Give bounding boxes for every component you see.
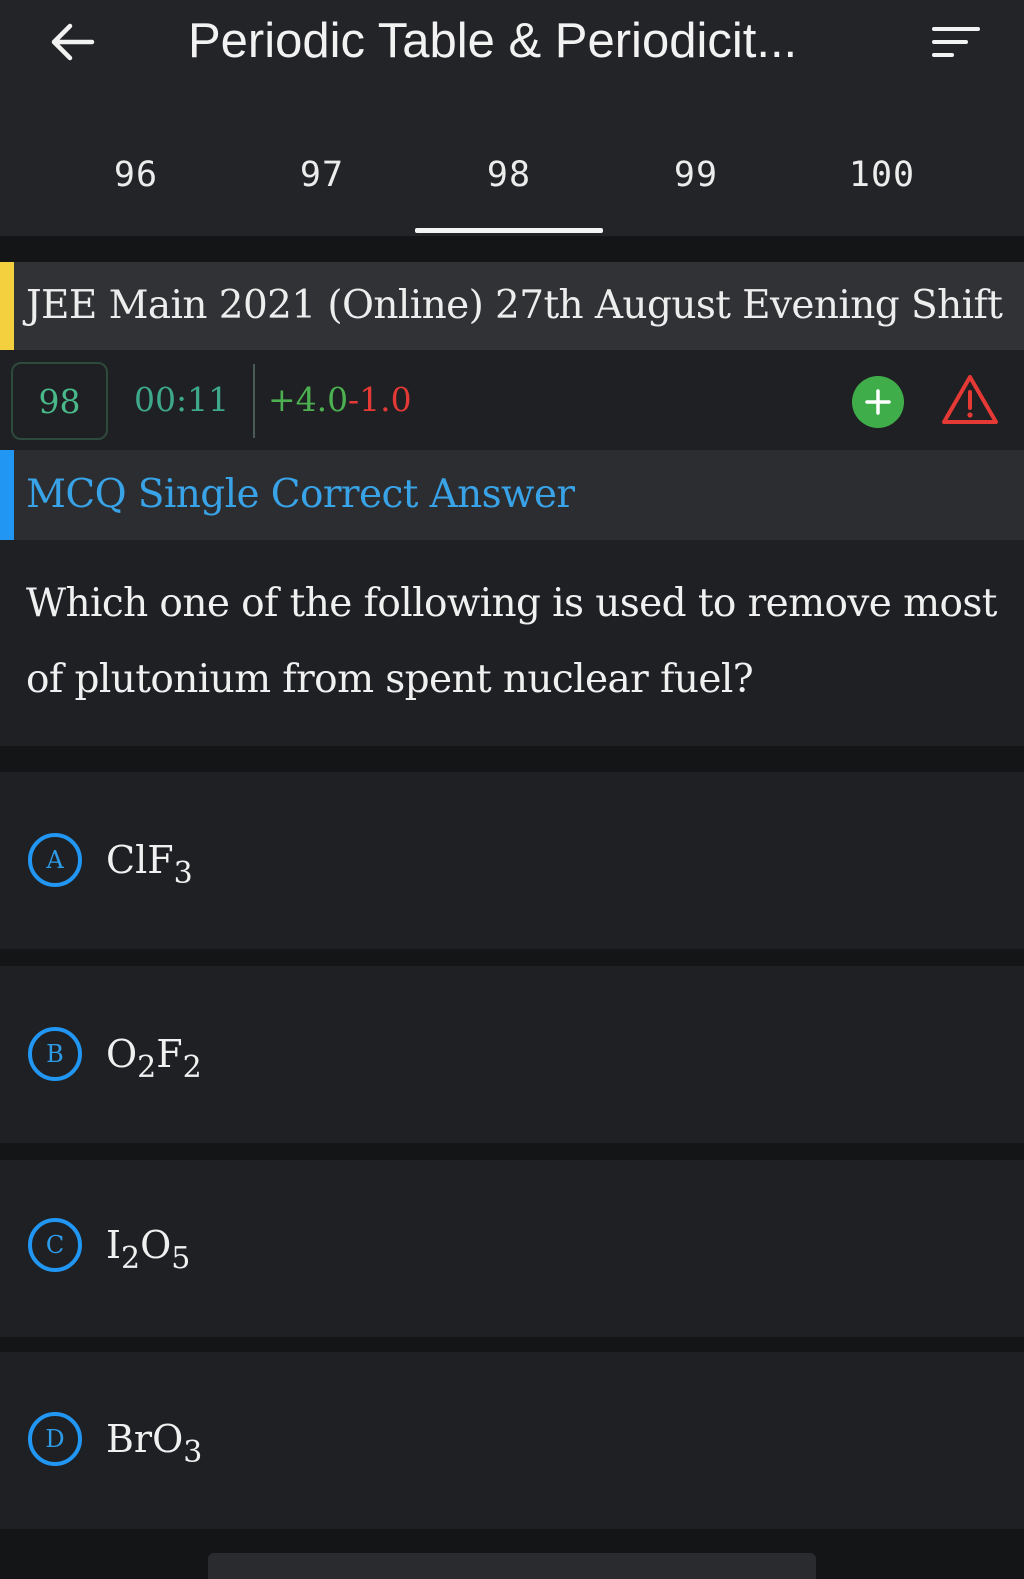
option-d[interactable]: D BrO3 (0, 1352, 1024, 1529)
option-a[interactable]: A ClF3 (0, 772, 1024, 949)
report-button[interactable] (940, 372, 1000, 428)
option-b[interactable]: B O2F2 (0, 966, 1024, 1143)
arrow-left-icon (51, 23, 95, 61)
tab-question-100[interactable]: 100 (788, 140, 976, 236)
timer: 00:11 (134, 380, 230, 419)
option-c[interactable]: C I2O5 (0, 1160, 1024, 1337)
negative-marks: -1.0 (348, 380, 412, 419)
option-b-text: O2F2 (106, 1032, 202, 1085)
meta-divider (253, 364, 255, 438)
filter-lines-icon (932, 27, 980, 57)
question-text: Which one of the following is used to re… (26, 581, 997, 702)
warning-triangle-icon (942, 375, 998, 424)
tab-question-98[interactable]: 98 (415, 140, 603, 236)
page-title: Periodic Table & Periodicit... (188, 14, 798, 68)
bottom-sheet-handle[interactable] (208, 1553, 816, 1579)
option-d-text: BrO3 (106, 1417, 203, 1470)
question-type-accent (0, 450, 14, 540)
option-c-letter: C (28, 1218, 82, 1272)
back-button[interactable] (42, 14, 102, 70)
question-type-label: MCQ Single Correct Answer (26, 472, 575, 517)
option-d-letter: D (28, 1412, 82, 1466)
question-number-tabs: 96 97 98 99 100 (0, 140, 1024, 236)
option-b-letter: B (28, 1027, 82, 1081)
add-to-list-button[interactable] (852, 376, 904, 428)
tab-question-99[interactable]: 99 (602, 140, 790, 236)
option-a-text: ClF3 (106, 838, 193, 891)
filter-button[interactable] (928, 18, 984, 66)
option-a-letter: A (28, 833, 82, 887)
exam-source-label: JEE Main 2021 (Online) 27th August Eveni… (26, 283, 1003, 328)
tab-question-96[interactable]: 96 (42, 140, 230, 236)
option-c-text: I2O5 (106, 1223, 191, 1276)
active-tab-indicator (415, 228, 603, 233)
question-number-badge: 98 (11, 362, 108, 440)
positive-marks: +4.0 (268, 380, 349, 419)
exam-accent-stripe (0, 262, 14, 350)
tab-question-97[interactable]: 97 (228, 140, 416, 236)
plus-circle-icon (865, 389, 891, 415)
